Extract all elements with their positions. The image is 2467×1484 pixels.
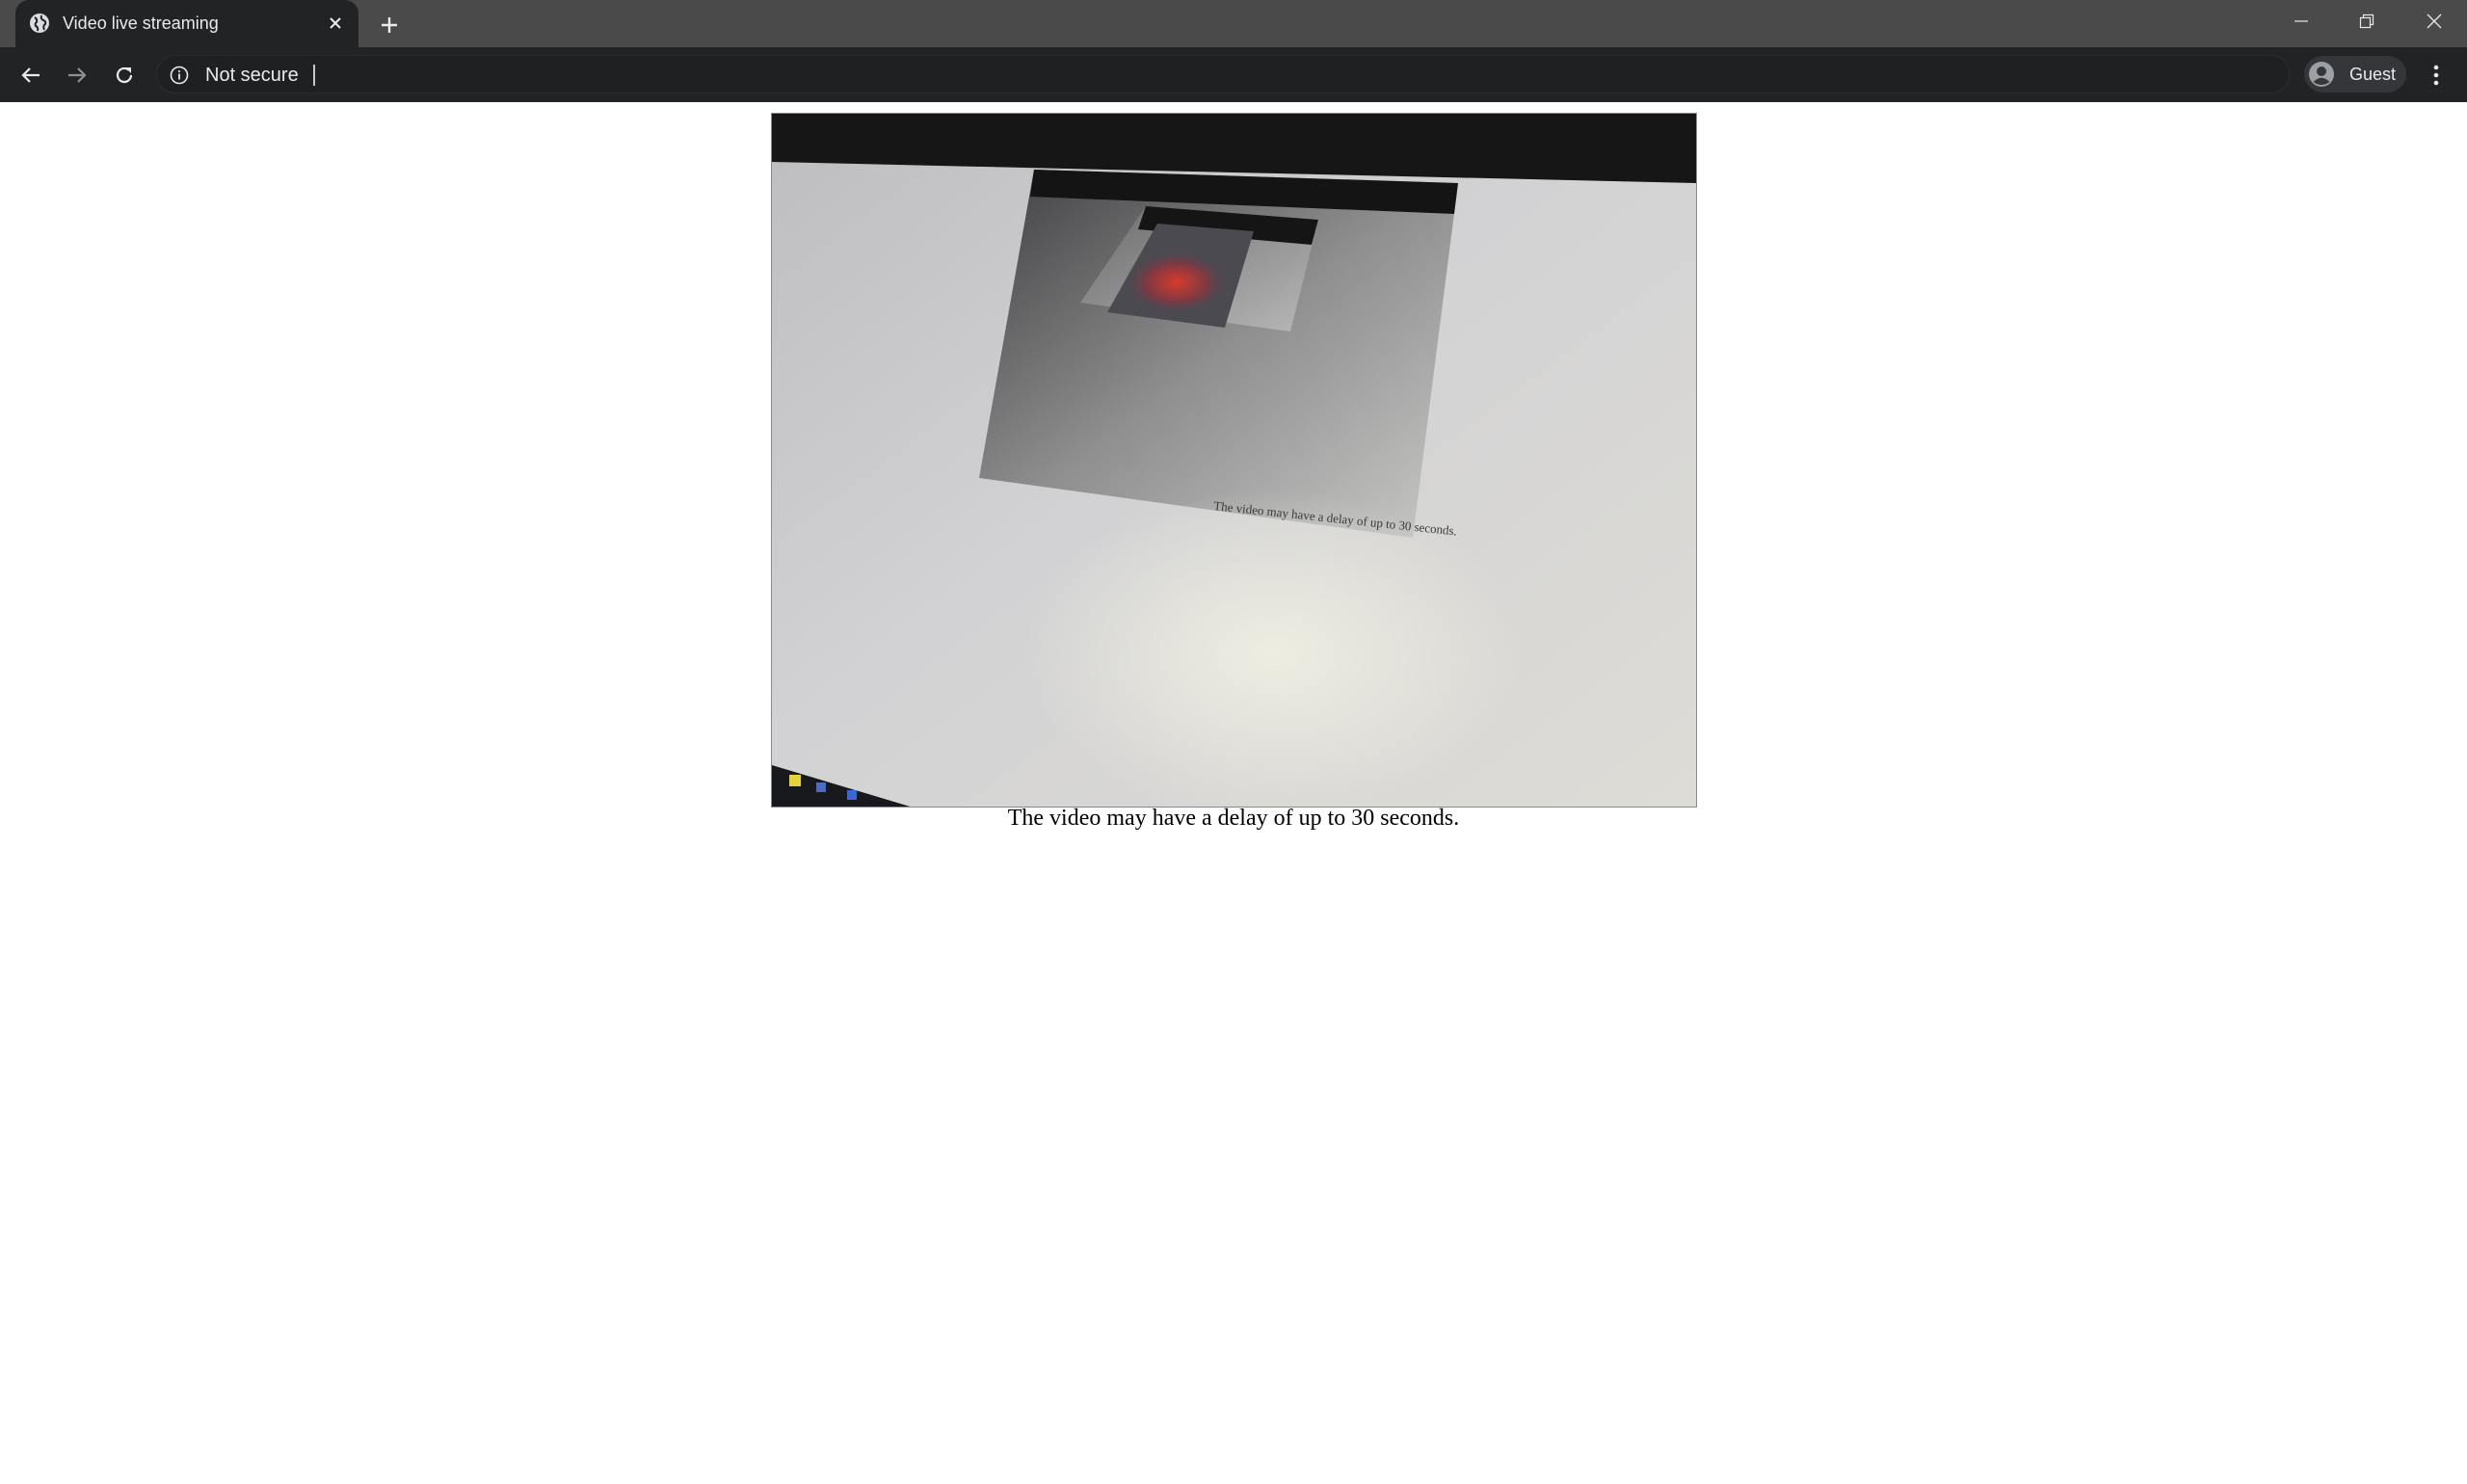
restore-icon [2359, 13, 2374, 29]
address-bar[interactable]: Not secure [156, 55, 2290, 93]
tab-title: Video live streaming [63, 13, 219, 33]
window-close-button[interactable] [2401, 0, 2467, 42]
globe-icon [29, 13, 50, 34]
account-circle-icon [2308, 61, 2335, 88]
browser-toolbar: Not secure Guest [0, 47, 2467, 102]
minimize-icon [2295, 20, 2308, 22]
title-bar: Video live streaming [0, 0, 2467, 47]
live-video-stream: The video may have a delay of up to 30 s… [771, 113, 1697, 808]
stream-delay-caption: The video may have a delay of up to 30 s… [1007, 806, 1460, 831]
arrow-left-icon [21, 67, 40, 83]
restore-button[interactable] [2334, 0, 2400, 42]
reload-icon [116, 66, 133, 84]
kebab-menu-icon [2433, 65, 2439, 86]
profile-button[interactable]: Guest [2304, 56, 2406, 93]
url-input[interactable] [302, 60, 2271, 91]
arrow-right-icon [68, 67, 87, 83]
forward-button[interactable] [61, 59, 93, 92]
info-icon[interactable] [170, 66, 189, 85]
plus-icon [382, 17, 397, 33]
security-status[interactable]: Not secure [205, 65, 299, 87]
new-tab-button[interactable] [376, 12, 403, 39]
back-button[interactable] [14, 59, 47, 92]
browser-menu-button[interactable] [2421, 59, 2452, 92]
close-icon [2427, 13, 2442, 29]
browser-tab[interactable]: Video live streaming [15, 0, 358, 47]
minimize-button[interactable] [2268, 0, 2334, 42]
tab-close-icon[interactable] [324, 12, 347, 35]
reload-button[interactable] [108, 59, 141, 92]
profile-label: Guest [2349, 65, 2397, 84]
